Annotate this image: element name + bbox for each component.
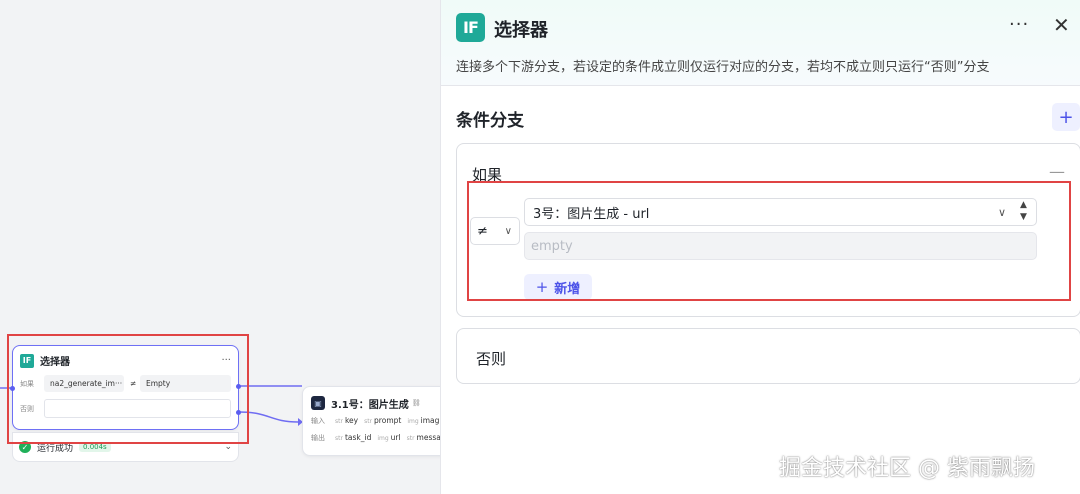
if-row: 如果 na2_generate_im··· ≠ Empty	[13, 374, 238, 393]
arrow-down-icon[interactable]: ▼	[1020, 211, 1027, 223]
variable-value: 3号：图片生成 - url	[533, 206, 650, 222]
condition-operator: ≠	[130, 379, 137, 388]
else-row: 否则	[13, 399, 238, 418]
input-label: 输入	[311, 416, 325, 425]
output-chip: str task_id	[335, 433, 372, 442]
input-port[interactable]	[10, 386, 15, 391]
image-generate-node[interactable]: ▣ 3.1号：图片生成 ⛓ 输入 str key str prompt img ima…	[302, 386, 440, 456]
edge-else-branch	[238, 411, 299, 423]
condition-variable: na2_generate_im···	[44, 375, 124, 392]
plus-icon: +	[535, 278, 549, 296]
add-condition-button[interactable]: + 新增	[524, 274, 592, 300]
node-title: 3.1号：图片生成	[331, 399, 409, 411]
watermark: 掘金技术社区 @ 紫雨飘扬	[779, 456, 1035, 481]
arrow-up-icon[interactable]: ▲	[1020, 199, 1027, 211]
input-row: 输入 str key str prompt img imag	[303, 413, 440, 428]
node-title: 选择器	[40, 357, 70, 368]
more-icon[interactable]: ···	[221, 355, 231, 366]
workflow-canvas[interactable]: IF 选择器 ··· 如果 na2_generate_im··· ≠ Empty…	[0, 0, 440, 494]
image-node-icon: ▣	[311, 396, 325, 410]
else-branch-card[interactable]: 否则	[456, 328, 1080, 384]
else-label: 否则	[476, 350, 507, 368]
add-condition-label: 新增	[554, 281, 581, 297]
if-branch-card: 如果 — ≠ ∨ 3号：图片生成 - url ∨ ▲ ▼ empty + 新增	[456, 143, 1080, 317]
operator-value: ≠	[477, 223, 488, 239]
check-icon: ✓	[19, 441, 31, 453]
status-time-badge: 0.004s	[79, 442, 111, 452]
chevron-down-icon[interactable]: ⌄	[224, 442, 232, 452]
if-label: 如果	[472, 166, 503, 184]
add-branch-button[interactable]: +	[1052, 103, 1080, 131]
link-icon: ⛓	[411, 399, 421, 407]
section-title: 条件分支	[456, 111, 524, 131]
if-icon: IF	[456, 13, 485, 42]
output-chip: str messa	[406, 433, 440, 442]
if-icon: IF	[20, 353, 34, 368]
panel-header: IF 选择器 ··· ✕ 连接多个下游分支，若设定的条件成立则仅运行对应的分支，…	[441, 0, 1080, 86]
input-chip: str key	[335, 416, 359, 425]
else-box	[44, 399, 231, 418]
operator-select[interactable]: ≠ ∨	[470, 217, 520, 245]
chevron-down-icon: ∨	[504, 225, 512, 237]
status-text: 运行成功	[37, 443, 74, 454]
collapse-icon[interactable]: —	[1049, 162, 1065, 181]
selector-node[interactable]: IF 选择器 ··· 如果 na2_generate_im··· ≠ Empty…	[10, 345, 241, 430]
value-placeholder: empty	[531, 238, 573, 254]
panel-description: 连接多个下游分支，若设定的条件成立则仅运行对应的分支，若均不成立则只运行“否则”…	[456, 60, 990, 75]
output-label: 输出	[311, 433, 325, 442]
variable-select[interactable]: 3号：图片生成 - url ∨	[524, 198, 1037, 226]
chevron-down-icon: ∨	[997, 205, 1006, 219]
node-config-panel: IF 选择器 ··· ✕ 连接多个下游分支，若设定的条件成立则仅运行对应的分支，…	[440, 0, 1080, 494]
output-row: 输出 str task_id img url str messa	[303, 430, 440, 445]
if-label: 如果	[20, 379, 34, 388]
more-icon[interactable]: ···	[1009, 14, 1029, 35]
input-chip: str prompt	[364, 416, 402, 425]
run-status-bar[interactable]: ✓ 运行成功 0.004s ⌄	[12, 432, 239, 462]
input-chip: img imag	[407, 416, 440, 425]
close-icon[interactable]: ✕	[1053, 13, 1070, 37]
condition-value: Empty	[140, 375, 231, 392]
if-output-port[interactable]	[236, 384, 241, 389]
panel-title: 选择器	[494, 20, 548, 41]
output-chip: img url	[377, 433, 401, 442]
reorder-stepper[interactable]: ▲ ▼	[1020, 199, 1027, 223]
compare-value-input[interactable]: empty	[524, 232, 1037, 260]
else-label: 否则	[20, 404, 34, 413]
else-output-port[interactable]	[236, 410, 241, 415]
